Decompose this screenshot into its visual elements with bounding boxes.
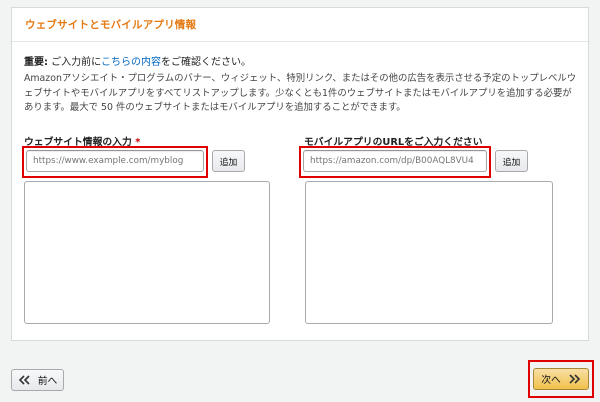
next-button[interactable]: 次へ [533, 368, 589, 390]
mobile-add-button[interactable]: 追加 [495, 150, 528, 172]
panel-title: ウェブサイトとモバイルアプリ情報 [25, 19, 197, 31]
panel-description: Amazonアソシエイト・プログラムのバナー、ウィジェット、特別リンク、またはそ… [24, 73, 577, 113]
website-add-button[interactable]: 追加 [212, 150, 245, 172]
mobile-list-box[interactable] [305, 181, 553, 324]
notice-before: ご入力前に [48, 57, 101, 68]
prev-button-label: 前へ [37, 376, 58, 387]
website-mobile-app-panel: ウェブサイトとモバイルアプリ情報 重要: ご入力前にこちらの内容をご確認ください… [11, 7, 589, 341]
notice-strong: 重要: [24, 57, 48, 68]
website-list-box[interactable] [24, 181, 270, 324]
important-notice: 重要: ご入力前にこちらの内容をご確認ください。 [24, 53, 251, 68]
next-button-label: 次へ [541, 375, 561, 386]
double-chevron-left-icon [18, 375, 30, 385]
website-url-input[interactable] [26, 150, 204, 172]
prev-button[interactable]: 前へ [11, 369, 64, 391]
notice-after: をご確認ください。 [160, 57, 251, 68]
notice-link[interactable]: こちらの内容 [101, 57, 161, 68]
double-chevron-right-icon [569, 374, 580, 384]
mobile-url-input[interactable] [303, 150, 487, 172]
panel-header: ウェブサイトとモバイルアプリ情報 [12, 8, 588, 42]
